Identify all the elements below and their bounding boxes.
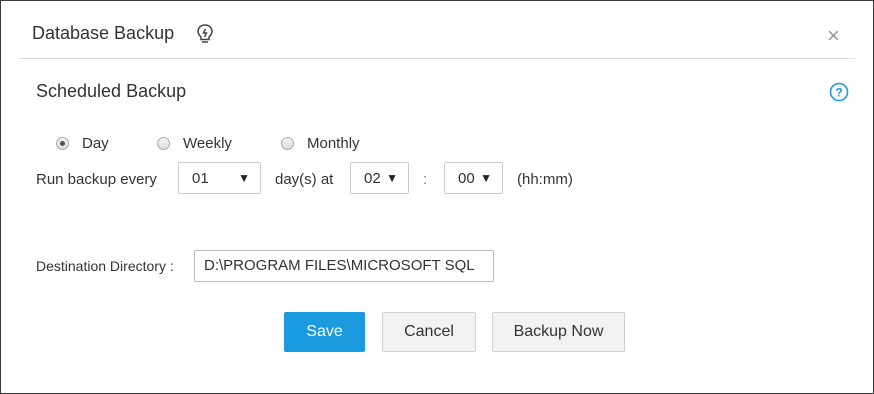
backup-now-button[interactable]: Backup Now xyxy=(492,312,625,352)
chevron-down-icon: ▼ xyxy=(238,171,250,185)
days-select[interactable]: 01 ▼ xyxy=(178,162,261,194)
lightbulb-icon xyxy=(197,24,213,43)
cancel-button[interactable]: Cancel xyxy=(382,312,476,352)
radio-day[interactable]: Day xyxy=(56,135,109,152)
radio-monthly-label: Monthly xyxy=(307,135,360,152)
run-every-label: Run backup every xyxy=(36,171,157,188)
header-divider xyxy=(19,58,855,59)
time-separator: : xyxy=(423,171,428,188)
destination-directory-input[interactable]: D:\PROGRAM FILES\MICROSOFT SQL xyxy=(194,250,494,282)
chevron-down-icon: ▼ xyxy=(480,171,492,185)
dialog-header: Database Backup × xyxy=(1,1,873,58)
close-icon[interactable]: × xyxy=(827,25,840,47)
minute-select[interactable]: 00 ▼ xyxy=(444,162,503,194)
svg-text:?: ? xyxy=(835,86,842,100)
radio-monthly[interactable]: Monthly xyxy=(281,135,360,152)
radio-day-circle[interactable] xyxy=(56,137,69,150)
time-format-label: (hh:mm) xyxy=(517,171,573,188)
days-unit-label: day(s) at xyxy=(275,171,334,188)
save-button[interactable]: Save xyxy=(284,312,365,352)
radio-weekly-circle[interactable] xyxy=(157,137,170,150)
radio-day-label: Day xyxy=(82,135,109,152)
minute-select-value: 00 xyxy=(458,170,475,187)
hour-select[interactable]: 02 ▼ xyxy=(350,162,409,194)
database-backup-dialog: Database Backup × Scheduled Backup ? Day… xyxy=(0,0,874,394)
section-title: Scheduled Backup xyxy=(36,81,187,101)
dialog-title: Database Backup xyxy=(32,23,175,43)
chevron-down-icon: ▼ xyxy=(386,171,398,185)
destination-label: Destination Directory : xyxy=(36,258,174,274)
hour-select-value: 02 xyxy=(364,170,381,187)
question-circle-icon[interactable]: ? xyxy=(829,82,849,102)
radio-monthly-circle[interactable] xyxy=(281,137,294,150)
radio-weekly-label: Weekly xyxy=(183,135,232,152)
days-select-value: 01 xyxy=(192,170,209,187)
radio-weekly[interactable]: Weekly xyxy=(157,135,232,152)
